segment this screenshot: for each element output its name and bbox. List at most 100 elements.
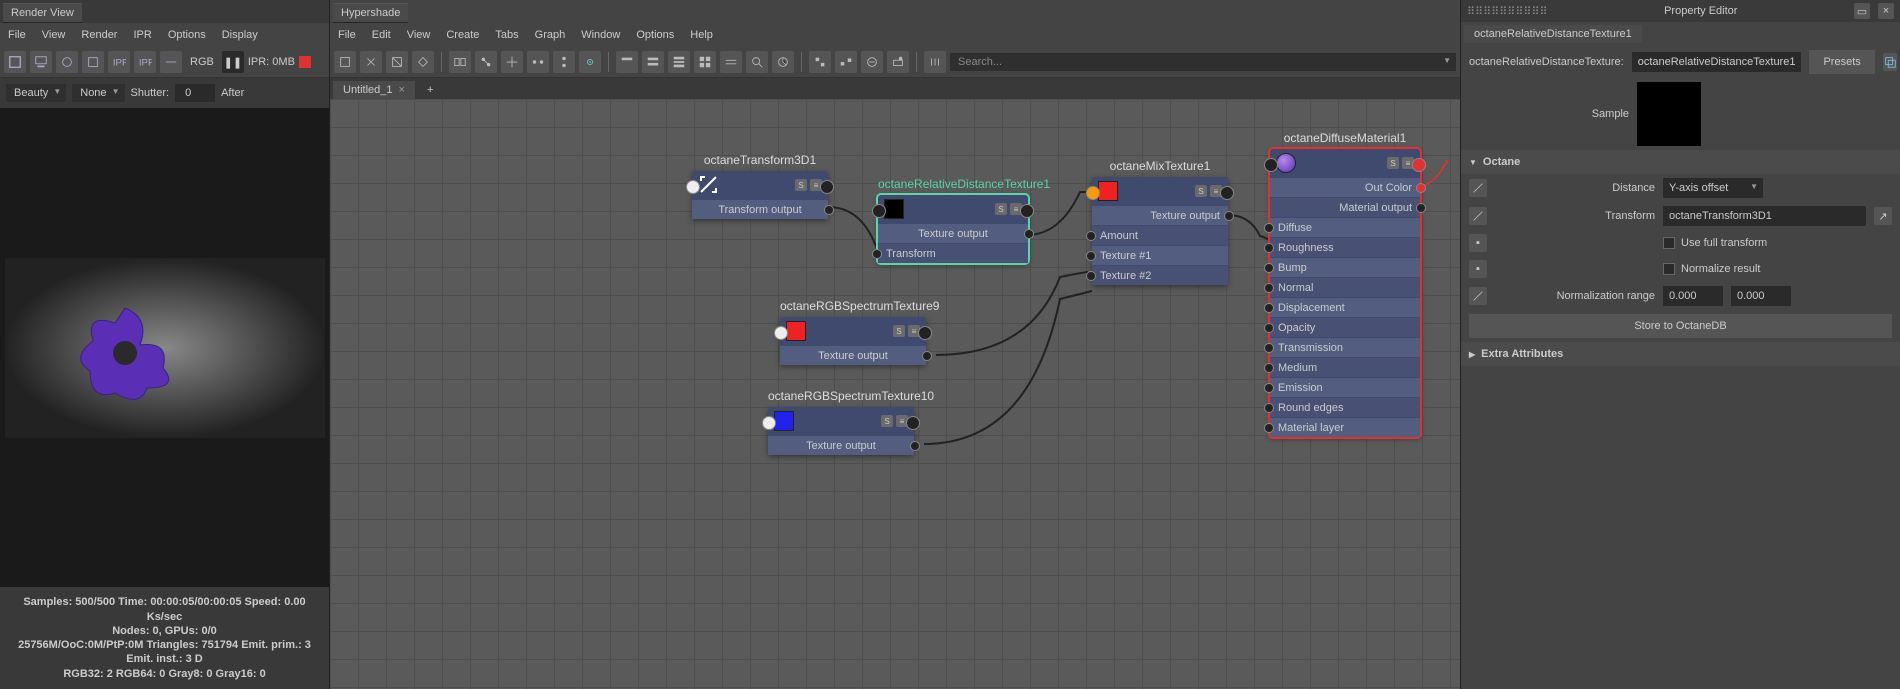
node-output-port[interactable] bbox=[1412, 158, 1426, 172]
node-row[interactable]: Bump bbox=[1270, 257, 1420, 277]
node-header[interactable]: S≡ bbox=[692, 171, 828, 199]
menu-options[interactable]: Options bbox=[168, 29, 206, 41]
store-button[interactable]: Store to OctaneDB bbox=[1469, 314, 1892, 338]
tool-btn[interactable] bbox=[30, 51, 52, 73]
type-field[interactable]: octaneRelativeDistanceTexture1 bbox=[1632, 52, 1802, 72]
hs-tool[interactable] bbox=[616, 51, 638, 73]
node-mix-texture[interactable]: octaneMixTexture1 S≡ Texture output Amou… bbox=[1092, 177, 1228, 285]
node-row[interactable]: Diffuse bbox=[1270, 217, 1420, 237]
ipr-stop-btn[interactable]: IPR bbox=[134, 51, 156, 73]
checkbox-box[interactable] bbox=[1663, 237, 1675, 249]
hs-menu-file[interactable]: File bbox=[338, 29, 356, 41]
link-icon[interactable]: ↗ bbox=[1874, 207, 1892, 225]
input-port[interactable] bbox=[1264, 303, 1274, 313]
hs-tool[interactable] bbox=[835, 51, 857, 73]
node-output-port[interactable] bbox=[918, 326, 932, 340]
hs-tool[interactable] bbox=[386, 51, 408, 73]
normalize-checkbox[interactable]: Normalize result bbox=[1663, 263, 1760, 275]
node-header[interactable]: S≡ bbox=[780, 317, 926, 345]
add-tab-button[interactable]: + bbox=[417, 81, 443, 99]
input-port[interactable] bbox=[1264, 283, 1274, 293]
input-port[interactable] bbox=[1264, 323, 1274, 333]
input-port[interactable] bbox=[1264, 363, 1274, 373]
section-extra[interactable]: ▶Extra Attributes bbox=[1461, 342, 1900, 366]
node-row-output[interactable]: Texture output bbox=[878, 223, 1028, 243]
node-s-icon[interactable]: S bbox=[1195, 185, 1207, 197]
hs-tool[interactable] bbox=[694, 51, 716, 73]
menu-ipr[interactable]: IPR bbox=[133, 29, 151, 41]
output-port[interactable] bbox=[922, 351, 932, 361]
node-row[interactable]: Roughness bbox=[1270, 237, 1420, 257]
node-row[interactable]: Opacity bbox=[1270, 317, 1420, 337]
hs-tool[interactable] bbox=[579, 51, 601, 73]
hs-tool[interactable] bbox=[334, 51, 356, 73]
full-transform-checkbox[interactable]: Use full transform bbox=[1663, 237, 1767, 249]
hs-tool[interactable] bbox=[360, 51, 382, 73]
hs-tool[interactable] bbox=[924, 51, 946, 73]
hs-tool[interactable] bbox=[668, 51, 690, 73]
tool-btn[interactable] bbox=[4, 51, 26, 73]
input-port[interactable] bbox=[1264, 383, 1274, 393]
rgb-label[interactable]: RGB bbox=[190, 56, 214, 68]
attr-icon[interactable] bbox=[1469, 287, 1487, 305]
node-input-port[interactable] bbox=[774, 326, 788, 340]
after-label[interactable]: After bbox=[221, 87, 244, 99]
node-input-port[interactable] bbox=[872, 204, 886, 218]
hs-tool[interactable] bbox=[553, 51, 575, 73]
node-row-output[interactable]: Transform output bbox=[692, 199, 828, 219]
input-port[interactable] bbox=[872, 249, 882, 259]
input-port[interactable] bbox=[1264, 403, 1274, 413]
none-dropdown[interactable]: None bbox=[72, 84, 124, 102]
output-port[interactable] bbox=[910, 441, 920, 451]
node-rgb10[interactable]: octaneRGBSpectrumTexture10 S≡ Texture ou… bbox=[768, 407, 914, 455]
node-s-icon[interactable]: S bbox=[881, 415, 893, 427]
hs-tool[interactable] bbox=[449, 51, 471, 73]
menu-display[interactable]: Display bbox=[222, 29, 258, 41]
close-icon[interactable]: × bbox=[1878, 3, 1894, 19]
hypershade-tab[interactable]: Hypershade bbox=[333, 3, 408, 23]
hs-menu-tabs[interactable]: Tabs bbox=[495, 29, 518, 41]
hs-tool[interactable] bbox=[527, 51, 549, 73]
distance-dropdown[interactable]: Y-axis offset bbox=[1663, 178, 1763, 198]
hs-menu-help[interactable]: Help bbox=[690, 29, 713, 41]
node-relative-distance[interactable]: octaneRelativeDistanceTexture1 S≡ Textur… bbox=[878, 195, 1028, 263]
checkbox-box[interactable] bbox=[1663, 263, 1675, 275]
input-port[interactable] bbox=[1264, 243, 1274, 253]
hs-tool[interactable] bbox=[412, 51, 434, 73]
tool-btn[interactable] bbox=[82, 51, 104, 73]
node-row-transform[interactable]: Transform bbox=[878, 243, 1028, 263]
output-port[interactable] bbox=[1224, 211, 1234, 221]
hs-tool[interactable] bbox=[809, 51, 831, 73]
node-input-port[interactable] bbox=[1086, 186, 1100, 200]
hs-menu-options[interactable]: Options bbox=[636, 29, 674, 41]
output-port[interactable] bbox=[824, 205, 834, 215]
node-canvas[interactable]: octaneTransform3D1 S≡ Transform output o… bbox=[330, 99, 1460, 689]
hs-tool[interactable] bbox=[501, 51, 523, 73]
node-row[interactable]: Normal bbox=[1270, 277, 1420, 297]
hs-tool[interactable] bbox=[720, 51, 742, 73]
hs-tool[interactable] bbox=[475, 51, 497, 73]
hs-tool[interactable] bbox=[887, 51, 909, 73]
hs-menu-edit[interactable]: Edit bbox=[372, 29, 391, 41]
input-port[interactable] bbox=[1086, 271, 1096, 281]
section-octane[interactable]: ▼Octane bbox=[1461, 150, 1900, 174]
node-diffuse-material[interactable]: octaneDiffuseMaterial1 S≡ Out Color Mate… bbox=[1270, 149, 1420, 437]
hs-menu-create[interactable]: Create bbox=[446, 29, 479, 41]
hs-doc-tab[interactable]: Untitled_1× bbox=[333, 81, 415, 99]
node-header[interactable]: S≡ bbox=[768, 407, 914, 435]
node-row[interactable]: Material layer bbox=[1270, 417, 1420, 437]
property-tab[interactable]: octaneRelativeDistanceTexture1 bbox=[1464, 25, 1642, 43]
ipr-start-btn[interactable]: IPR bbox=[108, 51, 130, 73]
tool-btn[interactable] bbox=[56, 51, 78, 73]
node-output-port[interactable] bbox=[906, 416, 920, 430]
node-output-port[interactable] bbox=[1020, 204, 1034, 218]
menu-view[interactable]: View bbox=[42, 29, 66, 41]
shutter-field[interactable]: 0 bbox=[175, 84, 215, 102]
search-input[interactable]: Search... bbox=[950, 53, 1456, 71]
node-row-matout[interactable]: Material output bbox=[1270, 197, 1420, 217]
transform-field[interactable]: octaneTransform3D1 bbox=[1663, 206, 1866, 226]
output-port[interactable] bbox=[1416, 203, 1426, 213]
node-row[interactable]: Texture #1 bbox=[1092, 245, 1228, 265]
undock-icon[interactable]: ▭ bbox=[1854, 3, 1870, 19]
tool-btn[interactable] bbox=[160, 51, 182, 73]
